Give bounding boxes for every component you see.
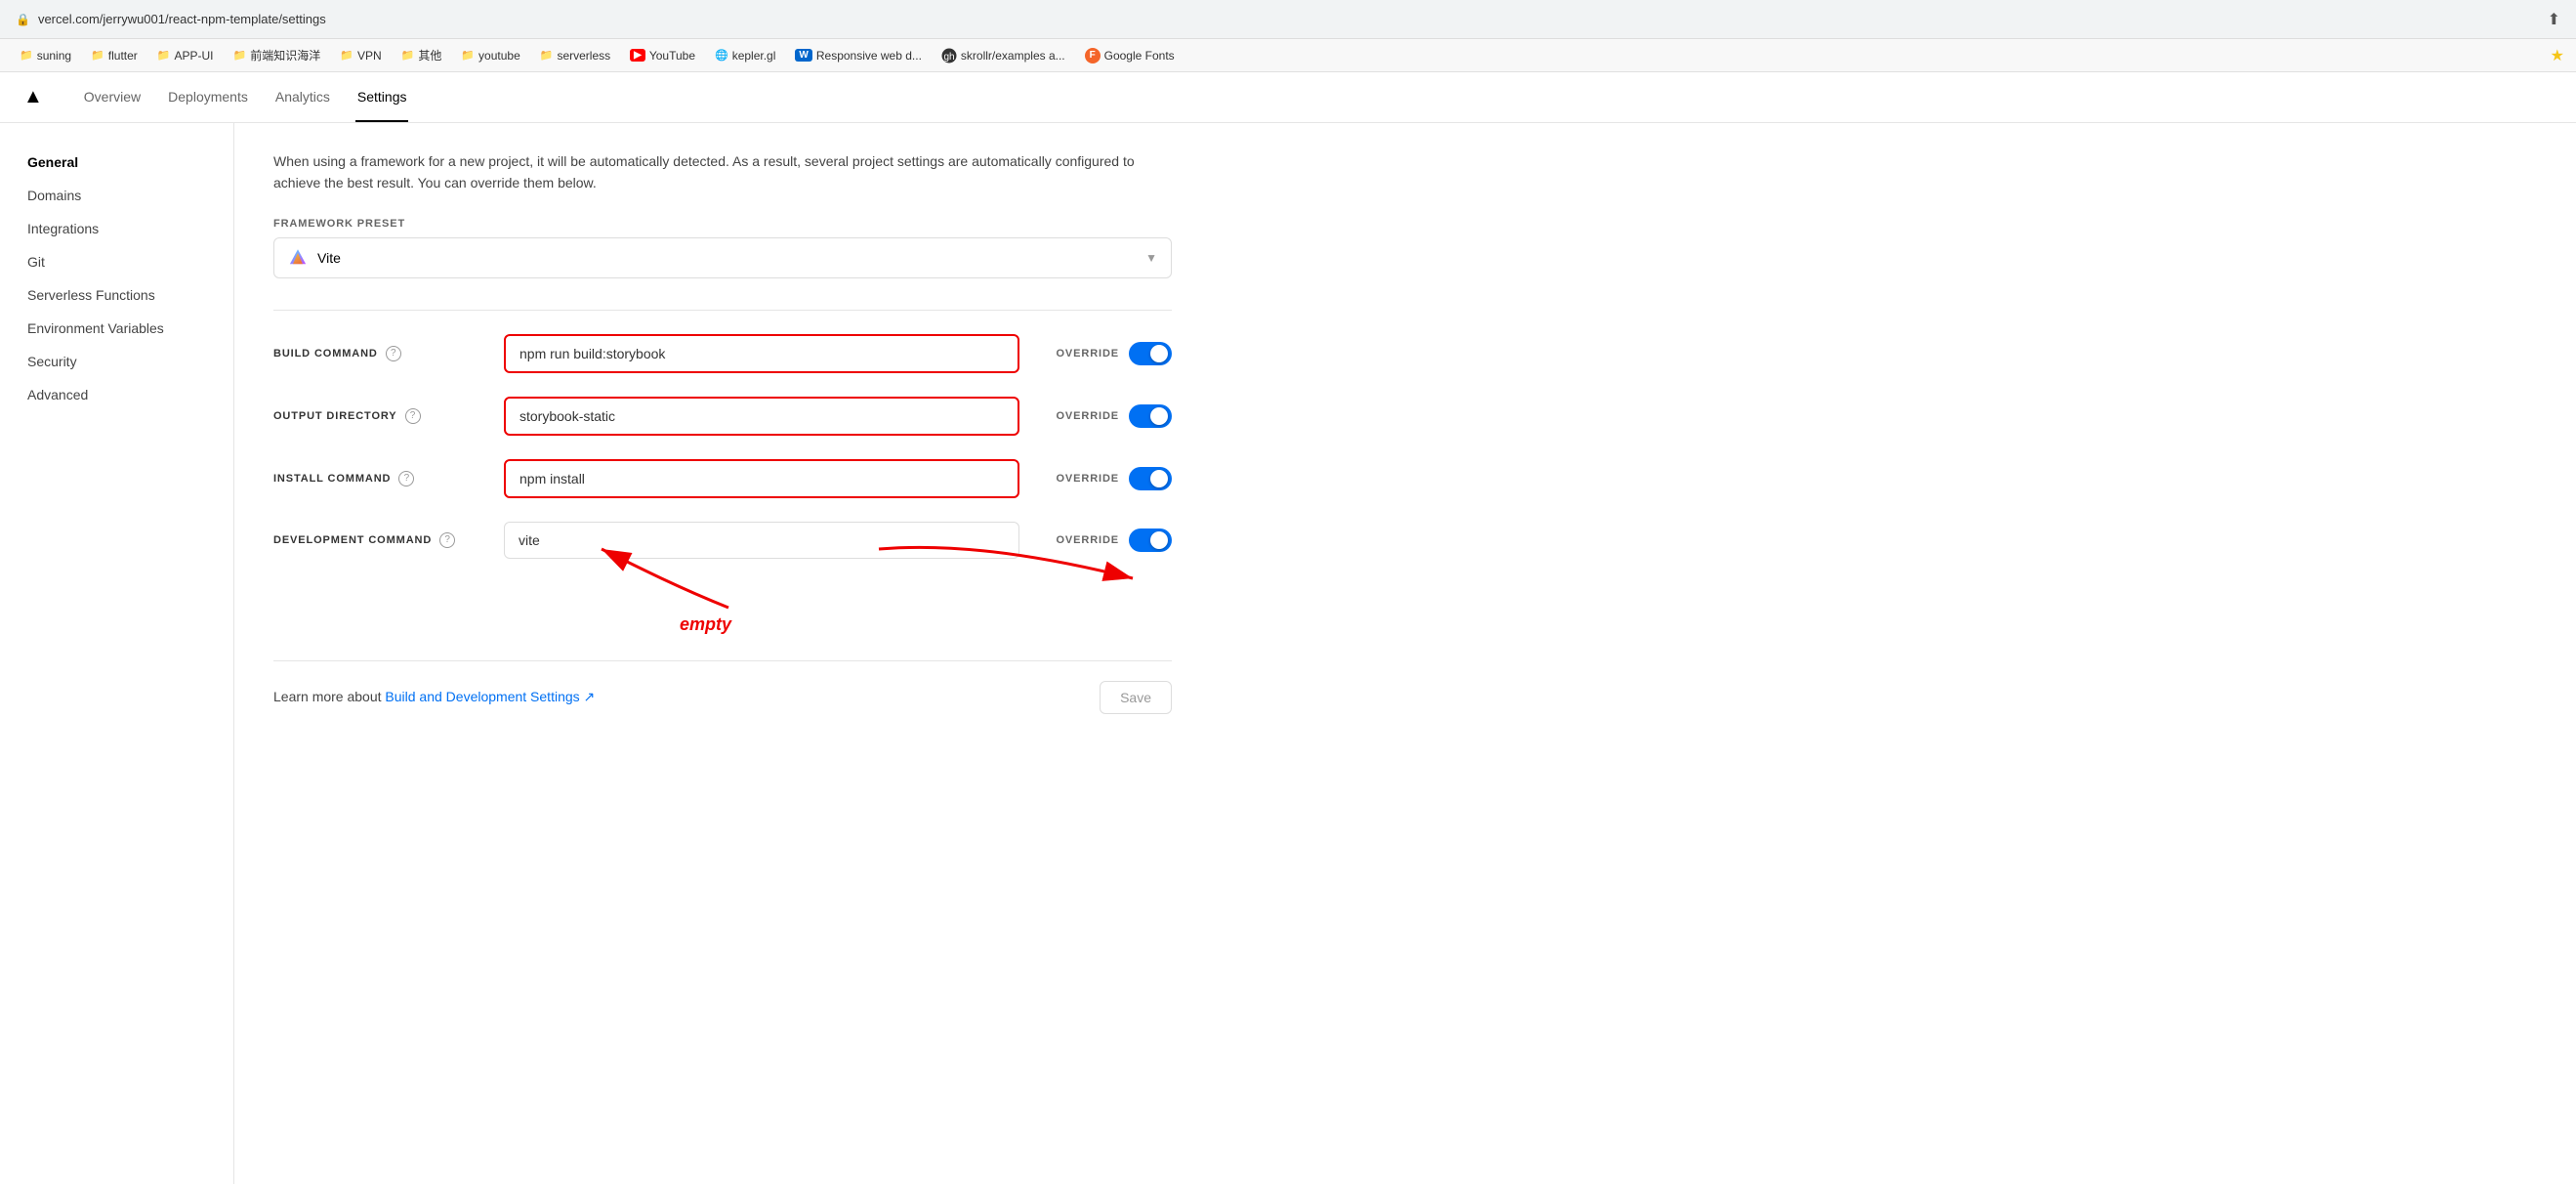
settings-content: When using a framework for a new project… (234, 123, 1211, 1184)
install-command-label: INSTALL COMMAND (273, 473, 391, 485)
bookmark-responsive[interactable]: W Responsive web d... (787, 46, 930, 65)
build-command-override-label: OVERRIDE (1057, 348, 1120, 359)
output-directory-help-icon[interactable]: ? (405, 408, 421, 424)
w-icon: W (795, 49, 811, 62)
tab-overview[interactable]: Overview (82, 72, 143, 122)
sidebar-item-git[interactable]: Git (16, 246, 218, 277)
bookmark-item[interactable]: VPN (332, 46, 389, 65)
vercel-logo: ▲ (23, 86, 43, 108)
bookmark-item[interactable]: suning (12, 46, 79, 65)
install-command-override-label: OVERRIDE (1057, 473, 1120, 485)
framework-preset-section: FRAMEWORK PRESET (273, 218, 1172, 278)
save-button[interactable]: Save (1100, 681, 1172, 714)
dev-command-override-toggle[interactable] (1129, 529, 1172, 552)
install-command-help-icon[interactable]: ? (398, 471, 414, 486)
build-command-input[interactable] (504, 334, 1019, 373)
build-settings-link[interactable]: Build and Development Settings ↗ (385, 689, 595, 704)
framework-description: When using a framework for a new project… (273, 150, 1172, 194)
bookmarks-bar: suning flutter APP-UI 前端知识海洋 VPN 其他 yout… (0, 39, 2576, 72)
dev-command-override-label: OVERRIDE (1057, 534, 1120, 546)
build-command-row: BUILD COMMAND ? OVERRIDE (273, 334, 1172, 373)
nav-tabs: Overview Deployments Analytics Settings (82, 72, 409, 122)
chevron-down-icon: ▼ (1145, 251, 1157, 265)
build-command-override-toggle[interactable] (1129, 342, 1172, 365)
bookmark-item[interactable]: 其他 (394, 44, 450, 66)
bookmark-item[interactable]: APP-UI (149, 46, 222, 65)
sidebar-item-integrations[interactable]: Integrations (16, 213, 218, 244)
sidebar-item-serverless[interactable]: Serverless Functions (16, 279, 218, 311)
build-settings-container: BUILD COMMAND ? OVERRIDE OUTPUT DIRECTOR… (273, 334, 1172, 559)
app-header: ▲ Overview Deployments Analytics Setting… (0, 72, 2576, 123)
tab-analytics[interactable]: Analytics (273, 72, 332, 122)
bookmark-item[interactable]: serverless (532, 46, 618, 65)
dev-command-help-icon[interactable]: ? (439, 532, 455, 548)
bookmark-item[interactable]: 前端知识海洋 (226, 44, 329, 66)
footer-area: Learn more about Build and Development S… (273, 660, 1172, 734)
youtube-icon: ▶ (630, 49, 645, 62)
svg-text:gh: gh (943, 52, 954, 63)
output-directory-input[interactable] (504, 397, 1019, 436)
sidebar-item-env-vars[interactable]: Environment Variables (16, 313, 218, 344)
dev-command-input[interactable] (504, 522, 1019, 559)
bookmark-item[interactable]: youtube (453, 46, 527, 65)
share-icon: ⬆ (2548, 10, 2560, 29)
install-command-row: INSTALL COMMAND ? OVERRIDE (273, 459, 1172, 498)
divider (273, 310, 1172, 311)
empty-annotation: empty (680, 614, 731, 635)
output-directory-override-toggle[interactable] (1129, 404, 1172, 428)
output-directory-row: OUTPUT DIRECTORY ? OVERRIDE (273, 397, 1172, 436)
framework-preset-dropdown[interactable]: Vite ▼ (273, 237, 1172, 278)
star-icon[interactable]: ★ (2551, 46, 2564, 65)
output-directory-label: OUTPUT DIRECTORY (273, 410, 397, 422)
sidebar-item-domains[interactable]: Domains (16, 180, 218, 211)
bookmark-kepler[interactable]: kepler.gl (707, 46, 783, 65)
dev-command-row: DEVELOPMENT COMMAND ? empty (273, 522, 1172, 559)
build-command-help-icon[interactable]: ? (386, 346, 401, 361)
bookmark-google-fonts[interactable]: F Google Fonts (1077, 45, 1183, 66)
sidebar: General Domains Integrations Git Serverl… (0, 123, 234, 1184)
sidebar-item-general[interactable]: General (16, 147, 218, 178)
framework-preset-label: FRAMEWORK PRESET (273, 218, 1172, 230)
tab-deployments[interactable]: Deployments (166, 72, 250, 122)
lock-icon: 🔒 (16, 13, 30, 26)
framework-value: Vite (317, 250, 341, 266)
vite-icon (288, 248, 308, 268)
bookmark-item[interactable]: flutter (83, 46, 145, 65)
bookmark-skrollr[interactable]: gh skrollr/examples a... (934, 45, 1073, 66)
sidebar-item-advanced[interactable]: Advanced (16, 379, 218, 410)
sidebar-item-security[interactable]: Security (16, 346, 218, 377)
main-layout: General Domains Integrations Git Serverl… (0, 123, 2576, 1184)
build-command-label: BUILD COMMAND (273, 348, 378, 359)
url-bar[interactable]: vercel.com/jerrywu001/react-npm-template… (38, 12, 2540, 26)
browser-bar: 🔒 vercel.com/jerrywu001/react-npm-templa… (0, 0, 2576, 39)
install-command-override-toggle[interactable] (1129, 467, 1172, 490)
bookmark-youtube[interactable]: ▶ YouTube (622, 46, 703, 65)
tab-settings[interactable]: Settings (355, 72, 409, 122)
install-command-input[interactable] (504, 459, 1019, 498)
github-icon: gh (941, 48, 957, 63)
fonts-icon: F (1085, 48, 1101, 63)
footer-text: Learn more about Build and Development S… (273, 689, 595, 705)
dev-command-label: DEVELOPMENT COMMAND (273, 534, 432, 546)
output-directory-override-label: OVERRIDE (1057, 410, 1120, 422)
